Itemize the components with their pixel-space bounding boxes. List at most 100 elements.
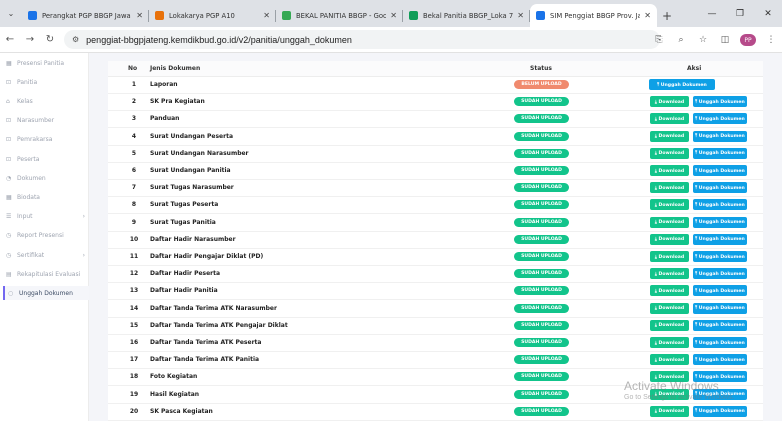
download-button[interactable]: ⤓ Download bbox=[650, 337, 689, 348]
sidebar-item[interactable]: ◷ Report Presensi bbox=[3, 229, 89, 243]
sidebar-item[interactable]: ☰ Input › bbox=[3, 210, 89, 224]
document-type: Surat Tugas Narasumber bbox=[150, 184, 234, 192]
table-row: 19 Hasil Kegiatan SUDAH UPLOAD ⤓ Download ⤒ … bbox=[108, 387, 763, 404]
row-number: 8 bbox=[131, 201, 137, 209]
bookmark-star-icon[interactable]: ☆ bbox=[692, 35, 714, 45]
download-button[interactable]: ⤓ Download bbox=[650, 319, 689, 331]
zoom-icon[interactable]: ⌕ bbox=[670, 35, 692, 45]
upload-document-button[interactable]: ⤒ Unggah Dokumen bbox=[693, 354, 747, 366]
download-button[interactable]: ⤓ Download bbox=[650, 354, 689, 366]
download-button[interactable]: ⤓ Download bbox=[650, 130, 689, 142]
upload-document-button[interactable]: ⤒ Unggah Dokumen bbox=[693, 96, 747, 108]
sidebar-item[interactable]: ◷ Sertifikat › bbox=[3, 248, 89, 262]
tab-close-icon[interactable]: ✕ bbox=[517, 11, 524, 20]
upload-document-button[interactable]: ⤒ Unggah Dokumen bbox=[693, 371, 747, 383]
sidebar-item[interactable]: ◔ Dokumen bbox=[3, 171, 89, 185]
table-row: 7 Surat Tugas Narasumber SUDAH UPLOAD ⤓ Dow… bbox=[108, 180, 763, 198]
row-number: 18 bbox=[129, 373, 139, 381]
favicon-icon bbox=[409, 11, 418, 20]
tab-close-icon[interactable]: ✕ bbox=[136, 11, 143, 20]
upload-document-button[interactable]: ⤒ Unggah Dokumen bbox=[693, 268, 747, 280]
sidebar-item[interactable]: ○ Unggah Dokumen bbox=[3, 286, 89, 301]
favicon-icon bbox=[28, 11, 37, 20]
upload-document-button[interactable]: ⤒ Unggah Dokumen bbox=[693, 130, 747, 142]
document-type: Daftar Hadir Panitia bbox=[150, 287, 218, 295]
upload-document-button[interactable]: ⤒ Unggah Dokumen bbox=[693, 199, 747, 211]
browser-tab[interactable]: Bekal Panitia BBGP_Loka 7_ ✕ bbox=[403, 4, 530, 27]
status-badge: SUDAH UPLOAD bbox=[514, 269, 569, 279]
browser-tab[interactable]: Perangkat PGP BBGP Jawa Te ✕ bbox=[22, 4, 149, 27]
sidebar-item-icon: ⊡ bbox=[6, 78, 12, 86]
upload-document-button[interactable]: ⤒ Unggah Dokumen bbox=[693, 319, 747, 331]
close-window-icon[interactable]: ✕ bbox=[754, 0, 782, 27]
table-row: 8 Surat Tugas Peserta SUDAH UPLOAD ⤓ Downlo… bbox=[108, 197, 763, 215]
upload-document-button[interactable]: ⤒ Unggah Dokumen bbox=[693, 147, 747, 159]
tab-close-icon[interactable]: ✕ bbox=[390, 11, 397, 20]
tab-title: BEKAL PANITIA BBGP - Goo bbox=[296, 11, 387, 20]
download-button[interactable]: ⤓ Download bbox=[650, 405, 689, 417]
download-button[interactable]: ⤓ Download bbox=[650, 199, 689, 211]
minimize-icon[interactable]: — bbox=[698, 0, 726, 27]
browser-tab[interactable]: BEKAL PANITIA BBGP - Goo ✕ bbox=[276, 4, 403, 27]
download-button[interactable]: ⤓ Download bbox=[650, 147, 689, 159]
upload-document-button[interactable]: ⤒ Unggah Dokumen bbox=[693, 182, 747, 194]
translate-icon[interactable]: ⎘ bbox=[648, 35, 670, 45]
reload-icon[interactable]: ↻ bbox=[40, 34, 60, 45]
row-number: 9 bbox=[131, 218, 137, 226]
sidebar-item[interactable]: ▦ Biodata bbox=[3, 190, 89, 204]
download-button[interactable]: ⤓ Download bbox=[650, 251, 689, 262]
status-badge: SUDAH UPLOAD bbox=[514, 200, 569, 210]
tab-search-icon[interactable]: ⌄ bbox=[0, 0, 22, 27]
table-row: 17 Daftar Tanda Terima ATK Panitia SUDAH U… bbox=[108, 352, 763, 370]
download-button[interactable]: ⤓ Download bbox=[650, 216, 689, 228]
maximize-icon[interactable]: ❐ bbox=[726, 0, 754, 27]
chevron-right-icon: › bbox=[82, 213, 85, 221]
document-type: Foto Kegiatan bbox=[150, 373, 198, 381]
download-button[interactable]: ⤓ Download bbox=[650, 182, 689, 194]
download-button[interactable]: ⤓ Download bbox=[650, 96, 689, 108]
address-bar[interactable]: ⚙ penggiat-bbgpjateng.kemdikbud.go.id/v2… bbox=[64, 30, 660, 49]
forward-icon[interactable]: → bbox=[20, 34, 40, 45]
back-icon[interactable]: ← bbox=[0, 34, 20, 45]
browser-tab[interactable]: Lokakarya PGP A10 ✕ bbox=[149, 4, 276, 27]
row-number: 17 bbox=[129, 356, 139, 364]
extensions-icon[interactable]: ◫ bbox=[714, 35, 736, 45]
menu-kebab-icon[interactable]: ⋮ bbox=[760, 35, 782, 45]
profile-avatar[interactable]: PP bbox=[740, 34, 756, 46]
browser-tab[interactable]: SIM Penggiat BBGP Prov. Ja ✕ bbox=[530, 4, 657, 27]
upload-document-button[interactable]: ⤒ Unggah Dokumen bbox=[693, 251, 747, 262]
download-button[interactable]: ⤓ Download bbox=[650, 233, 689, 245]
upload-document-button[interactable]: ⤒ Unggah Dokumen bbox=[693, 285, 747, 297]
download-button[interactable]: ⤓ Download bbox=[650, 302, 689, 314]
upload-document-button[interactable]: ⤒ Unggah Dokumen bbox=[693, 388, 747, 400]
download-button[interactable]: ⤓ Download bbox=[650, 268, 689, 280]
sidebar-item[interactable]: ⌂ Kelas bbox=[3, 94, 89, 108]
upload-document-button[interactable]: ⤒ Unggah Dokumen bbox=[693, 165, 747, 176]
sidebar-item-label: Rekapitulasi Evaluasi bbox=[17, 270, 81, 278]
sidebar-item-label: Kelas bbox=[17, 97, 33, 105]
upload-document-button[interactable]: ⤒ Unggah Dokumen bbox=[693, 233, 747, 245]
table-row: 6 Surat Undangan Panitia SUDAH UPLOAD ⤓ Dow… bbox=[108, 163, 763, 180]
upload-document-button[interactable]: ⤒ Unggah Dokumen bbox=[693, 405, 747, 417]
upload-document-button[interactable]: ⤒ Unggah Dokumen bbox=[693, 337, 747, 348]
site-info-icon[interactable]: ⚙ bbox=[72, 35, 79, 44]
sidebar-item[interactable]: ▦ Presensi Panitia bbox=[3, 56, 89, 70]
sidebar-item[interactable]: ⊡ Panitia bbox=[3, 75, 89, 89]
download-button[interactable]: ⤓ Download bbox=[650, 388, 689, 400]
tab-close-icon[interactable]: ✕ bbox=[263, 11, 270, 20]
sidebar-item[interactable]: ⊡ Narasumber bbox=[3, 114, 89, 128]
sidebar-item[interactable]: ⊡ Peserta bbox=[3, 152, 89, 166]
download-button[interactable]: ⤓ Download bbox=[650, 165, 689, 176]
download-button[interactable]: ⤓ Download bbox=[650, 371, 689, 383]
upload-document-button[interactable]: ⤒ Unggah Dokumen bbox=[693, 302, 747, 314]
download-button[interactable]: ⤓ Download bbox=[650, 113, 689, 125]
upload-document-button[interactable]: ⤒ Unggah Dokumen bbox=[649, 79, 715, 90]
tab-title: SIM Penggiat BBGP Prov. Ja bbox=[550, 11, 641, 20]
upload-document-button[interactable]: ⤒ Unggah Dokumen bbox=[693, 216, 747, 228]
new-tab-button[interactable]: + bbox=[657, 4, 677, 27]
tab-close-icon[interactable]: ✕ bbox=[644, 11, 651, 20]
download-button[interactable]: ⤓ Download bbox=[650, 285, 689, 297]
sidebar-item[interactable]: ⊡ Pemrakarsa bbox=[3, 133, 89, 147]
upload-document-button[interactable]: ⤒ Unggah Dokumen bbox=[693, 113, 747, 125]
sidebar-item[interactable]: ▤ Rekapitulasi Evaluasi bbox=[3, 267, 89, 281]
